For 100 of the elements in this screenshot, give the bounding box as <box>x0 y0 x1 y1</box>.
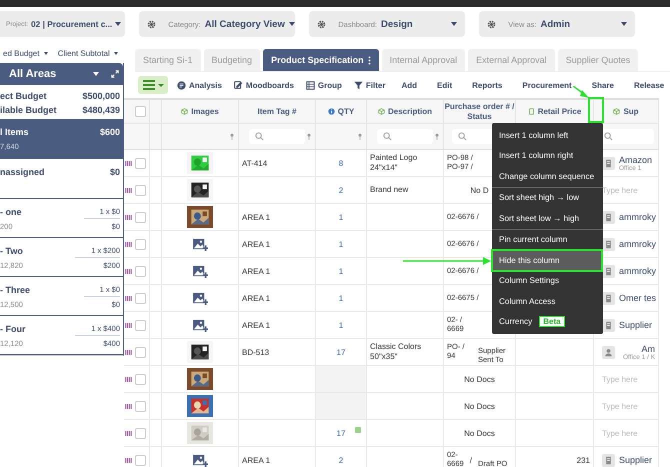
drag-handle-icon[interactable] <box>125 376 132 382</box>
budget-label: ilable Budget <box>0 105 57 115</box>
no-docs-label: No Docs <box>463 374 496 384</box>
area-item[interactable]: nassigned $0 <box>0 159 123 199</box>
quantity: 17 <box>336 428 346 438</box>
menu-item[interactable]: Column Access <box>492 291 603 312</box>
row-checkbox[interactable] <box>135 184 146 196</box>
settings-icon[interactable] <box>147 20 156 28</box>
cube-icon <box>378 108 385 115</box>
item-tag: AREA 1 <box>242 456 270 464</box>
row-checkbox[interactable] <box>135 238 146 250</box>
row-checkbox[interactable] <box>135 320 146 330</box>
supplier-name: ammroky <box>619 212 656 222</box>
row-checkbox[interactable] <box>135 212 146 222</box>
expand-icon <box>111 70 119 78</box>
drag-handle-icon[interactable] <box>125 188 132 192</box>
drag-handle-icon[interactable] <box>125 350 132 354</box>
drag-handle-icon[interactable] <box>125 458 132 462</box>
drag-handle-icon[interactable] <box>125 296 132 300</box>
select-all-checkbox[interactable] <box>135 106 146 117</box>
row-checkbox[interactable] <box>135 374 146 384</box>
tab[interactable]: Product Specification <box>263 49 379 71</box>
row-checkbox[interactable] <box>135 400 146 412</box>
row-checkbox[interactable] <box>135 266 146 276</box>
building-icon <box>602 264 615 278</box>
pin-icon[interactable] <box>230 133 234 140</box>
quantity: 1 <box>338 320 344 330</box>
menu-item[interactable]: Sort sheet high → low <box>492 188 603 208</box>
toolbar-action[interactable]: Release <box>634 80 664 90</box>
menu-item[interactable]: Insert 1 column left <box>492 125 603 146</box>
menu-item[interactable]: Sort sheet low → high <box>492 208 603 230</box>
supplier-name: Supplier <box>619 320 652 330</box>
toolbar-button[interactable]: Moodboards <box>234 80 294 90</box>
list-icon <box>177 80 186 90</box>
building-icon <box>602 454 615 466</box>
highlight-box <box>588 97 604 123</box>
menu-item[interactable]: Insert 1 column right <box>492 146 603 166</box>
supplier-name: Am <box>642 344 656 354</box>
budget-dropdown[interactable]: Client Subtotal <box>58 49 118 63</box>
supplier-name: Amazon <box>619 154 652 164</box>
drag-handle-icon[interactable] <box>125 214 132 220</box>
row-checkbox[interactable] <box>135 454 146 466</box>
building-icon <box>602 292 615 304</box>
menu-item[interactable]: Column Settings <box>492 270 603 291</box>
drag-handle-icon[interactable] <box>125 242 132 246</box>
menu-item[interactable]: Currency Beta <box>492 312 603 332</box>
pin-icon[interactable] <box>358 133 362 140</box>
row-checkbox[interactable] <box>135 346 146 358</box>
document-icon <box>528 108 535 115</box>
search-field[interactable] <box>249 129 305 144</box>
toolbar-action[interactable]: Add <box>401 80 418 90</box>
quantity: 8 <box>338 158 344 168</box>
filter-icon <box>354 80 363 90</box>
settings-icon[interactable] <box>317 20 326 28</box>
supplier-name: ammroky <box>619 266 656 276</box>
item-tag: BD-513 <box>242 348 270 356</box>
add-image-icon[interactable] <box>192 454 208 466</box>
menu-button[interactable] <box>138 76 168 94</box>
quantity: 1 <box>338 212 344 222</box>
search-icon <box>604 132 613 141</box>
add-image-icon[interactable] <box>192 318 208 332</box>
settings-icon[interactable] <box>487 20 496 28</box>
toolbar-button[interactable]: Analysis <box>177 80 222 90</box>
toolbar-button[interactable]: Filter <box>354 80 386 90</box>
menu-icon <box>142 79 164 91</box>
more-icon[interactable] <box>368 56 371 64</box>
row-checkbox[interactable] <box>135 158 146 168</box>
drag-handle-icon[interactable] <box>125 430 132 436</box>
grid-icon <box>306 80 315 90</box>
menu-item[interactable]: Change column sequence <box>492 166 603 188</box>
quantity: 1 <box>338 294 344 302</box>
pin-icon[interactable] <box>307 133 311 140</box>
toolbar-button[interactable]: Group <box>306 80 342 90</box>
drag-handle-icon[interactable] <box>125 268 132 274</box>
beta-badge: Beta <box>539 316 565 328</box>
toolbar-action[interactable]: Share <box>592 80 614 90</box>
pin-icon[interactable] <box>435 133 439 140</box>
cube-icon <box>181 108 188 115</box>
drag-handle-icon[interactable] <box>125 160 132 166</box>
toolbar-action[interactable]: Edit <box>437 80 452 90</box>
building-icon <box>602 156 615 170</box>
add-image-icon[interactable] <box>192 264 208 278</box>
search-field[interactable] <box>377 129 433 144</box>
menu-item[interactable]: Pin current column <box>492 230 603 250</box>
row-checkbox[interactable] <box>135 292 146 304</box>
no-docs-label: No D <box>469 186 490 194</box>
building-icon <box>602 238 615 250</box>
toolbar-action[interactable]: Procurement <box>522 80 572 90</box>
add-image-icon[interactable] <box>192 292 208 304</box>
item-tag: AREA 1 <box>242 320 270 330</box>
row-checkbox[interactable] <box>135 428 146 438</box>
add-image-icon[interactable] <box>192 238 208 250</box>
budget-dropdown[interactable]: ed Budget <box>3 49 48 63</box>
drag-handle-icon[interactable] <box>125 404 132 408</box>
area-dropdown[interactable]: All Areas <box>0 63 123 85</box>
toolbar-action[interactable]: Reports <box>472 80 502 90</box>
drag-handle-icon[interactable] <box>125 322 132 328</box>
item-tag: AT-414 <box>242 158 268 168</box>
info-icon <box>328 108 335 115</box>
supplier-name: ammroky <box>619 239 656 249</box>
